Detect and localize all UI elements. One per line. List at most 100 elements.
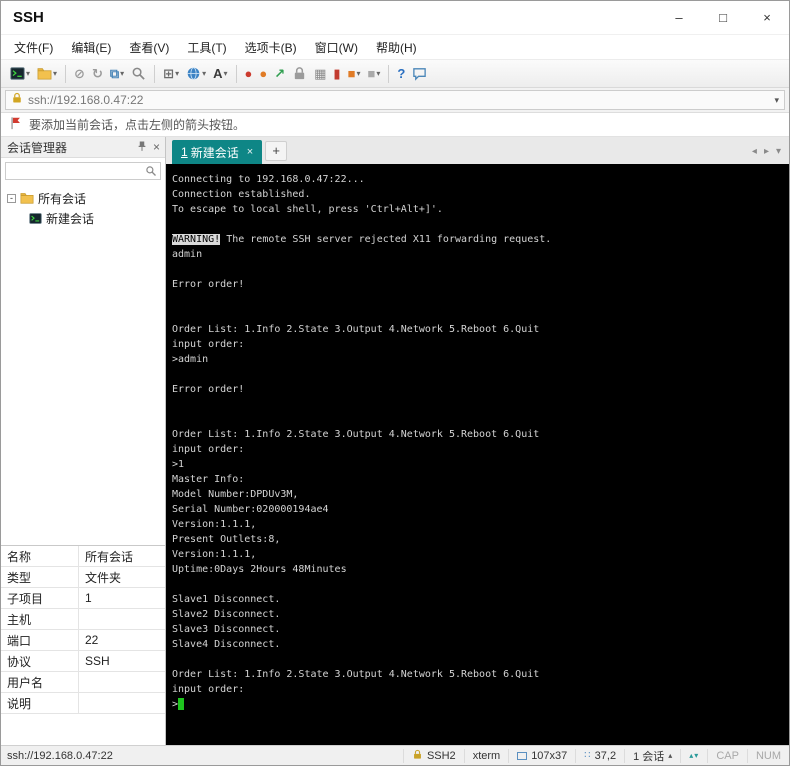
terminal-line: >1	[172, 459, 185, 470]
menu-item-2[interactable]: 编辑(E)	[62, 36, 120, 59]
tab-scroll-left-icon[interactable]: ◂	[752, 146, 757, 157]
keyboard-icon[interactable]: ▦	[311, 63, 329, 85]
tree-item-new-session[interactable]: 新建会话	[1, 208, 165, 228]
property-value: 所有会话	[85, 549, 134, 564]
menu-item-7[interactable]: 帮助(H)	[367, 36, 426, 59]
terminal-line: Uptime:0Days 2Hours 48Minutes	[172, 564, 347, 575]
search-icon[interactable]	[145, 164, 157, 182]
open-folder-dropdown-icon[interactable]: ▾	[53, 69, 57, 78]
new-session-icon[interactable]: ▾	[7, 63, 33, 85]
tab-new-session[interactable]: 1 新建会话 ×	[172, 140, 263, 164]
property-row: 类型 文件夹	[1, 567, 165, 588]
property-row: 名称 所有会话	[1, 546, 165, 567]
log-pause-icon[interactable]: ●	[256, 63, 270, 85]
maximize-button[interactable]: □	[701, 1, 745, 34]
tree-item-all-sessions[interactable]: - 所有会话	[1, 188, 165, 208]
status-size: 107x37	[531, 749, 568, 762]
tree-expander-icon[interactable]: -	[7, 193, 16, 203]
new-tab-button[interactable]: +	[265, 141, 288, 161]
scroll-arrows-icon[interactable]: ▴▾	[680, 748, 707, 763]
duplicate-session-dropdown-icon[interactable]: ▾	[120, 69, 124, 78]
log-start-icon[interactable]: ●	[242, 63, 256, 85]
session-manager-panel: 会话管理器 × - 所有会话 新建会话 名称 所有会话 类型 文件夹 子项目 1 主机 端口 22 协…	[1, 137, 166, 745]
transfer-icon-glyph: ■	[347, 66, 356, 81]
session-properties-table: 名称 所有会话 类型 文件夹 子项目 1 主机 端口 22 协议 SSH 用户名 说明	[1, 545, 165, 714]
new-session-dropdown-icon[interactable]: ▾	[26, 69, 30, 78]
session-menu-caret-icon: ▴	[668, 751, 673, 760]
toolbar-separator	[154, 64, 156, 83]
tab-label: 新建会话	[190, 145, 239, 160]
terminal-line: >	[172, 697, 787, 712]
address-combobox[interactable]: ssh://192.168.0.47:22 ▾	[5, 90, 785, 110]
layout-icon[interactable]: ■ ▾	[364, 63, 383, 85]
lock-screen-icon[interactable]	[289, 63, 310, 85]
tab-menu-dropdown-icon[interactable]: ▾	[776, 146, 781, 157]
property-label: 说明	[1, 693, 79, 713]
tree-item-label: 所有会话	[38, 191, 87, 206]
window-controls: – □ ×	[657, 1, 789, 34]
session-tree: - 所有会话新建会话	[1, 183, 165, 545]
minimize-button[interactable]: –	[657, 1, 701, 34]
quick-commands-icon[interactable]	[409, 63, 430, 85]
flag-icon[interactable]	[9, 116, 23, 133]
font-icon[interactable]: A ▾	[210, 63, 230, 85]
help-icon-glyph: ?	[397, 66, 406, 81]
layout-dropdown-icon[interactable]: ▾	[376, 69, 380, 78]
tab-scroll-right-icon[interactable]: ▸	[764, 146, 769, 157]
reconnect-icon[interactable]: ↻	[89, 63, 106, 85]
menu-item-5[interactable]: 选项卡(B)	[236, 36, 306, 59]
address-bar: ssh://192.168.0.47:22 ▾	[1, 88, 789, 113]
terminal-line: input order:	[172, 444, 245, 455]
num-lock-indicator: NUM	[746, 748, 789, 763]
menu-item-3[interactable]: 查看(V)	[120, 36, 178, 59]
transfer-dropdown-icon[interactable]: ▾	[356, 69, 360, 78]
web-browser-dropdown-icon[interactable]: ▾	[202, 69, 206, 78]
terminal[interactable]: Connecting to 192.168.0.47:22... Connecti…	[166, 164, 789, 745]
session-manager-title: 会话管理器	[7, 140, 68, 155]
help-icon[interactable]: ?	[394, 63, 408, 85]
terminal-line: Version:1.1.1,	[172, 549, 257, 560]
disconnect-icon[interactable]: ⊘	[71, 63, 88, 85]
session-count-button[interactable]: 1 会话 ▴	[624, 748, 680, 763]
address-dropdown-icon[interactable]: ▾	[774, 95, 779, 106]
screen-size-icon	[517, 751, 528, 760]
menu-item-1[interactable]: 文件(F)	[5, 36, 62, 59]
transfer-icon[interactable]: ■ ▾	[345, 63, 364, 85]
tab-nav: ◂ ▸ ▾	[752, 146, 785, 157]
menu-item-4[interactable]: 工具(T)	[178, 36, 235, 59]
property-row: 端口 22	[1, 630, 165, 651]
property-value	[79, 609, 165, 629]
terminal-line: Master Info:	[172, 474, 245, 485]
terminal-line: Present Outlets:8,	[172, 534, 281, 545]
terminal-line: input order:	[172, 339, 245, 350]
session-search-input[interactable]	[5, 162, 161, 180]
property-value: 1	[85, 591, 92, 605]
tab-close-icon[interactable]: ×	[247, 146, 253, 158]
find-icon-glyph	[131, 66, 146, 81]
session-count-label: 1 会话	[633, 750, 665, 763]
new-tab-icon[interactable]: ⊞ ▾	[160, 63, 182, 85]
web-browser-icon[interactable]: ▾	[183, 63, 209, 85]
property-value: 文件夹	[85, 570, 122, 585]
pin-glyph	[136, 140, 148, 152]
compose-icon[interactable]: ▮	[330, 63, 343, 85]
close-button[interactable]: ×	[745, 1, 789, 34]
panel-close-icon[interactable]: ×	[153, 140, 160, 154]
open-folder-icon-glyph	[37, 66, 52, 81]
toolbar-separator	[65, 64, 67, 83]
open-folder-icon[interactable]: ▾	[34, 63, 60, 85]
duplicate-session-icon[interactable]: ⧉ ▾	[107, 63, 127, 85]
ssh-lock-icon	[412, 749, 423, 763]
property-row: 用户名	[1, 672, 165, 693]
font-dropdown-icon[interactable]: ▾	[223, 69, 227, 78]
pin-icon[interactable]	[136, 140, 148, 155]
menu-item-6[interactable]: 窗口(W)	[306, 36, 367, 59]
fullscreen-icon[interactable]: ↗	[271, 63, 288, 85]
property-row: 主机	[1, 609, 165, 630]
find-icon[interactable]	[128, 63, 149, 85]
menu-bar: 文件(F) 编辑(E) 查看(V) 工具(T) 选项卡(B) 窗口(W) 帮助(H)	[1, 35, 789, 60]
session-manager-header: 会话管理器 ×	[1, 137, 165, 158]
new-tab-dropdown-icon[interactable]: ▾	[175, 69, 179, 78]
